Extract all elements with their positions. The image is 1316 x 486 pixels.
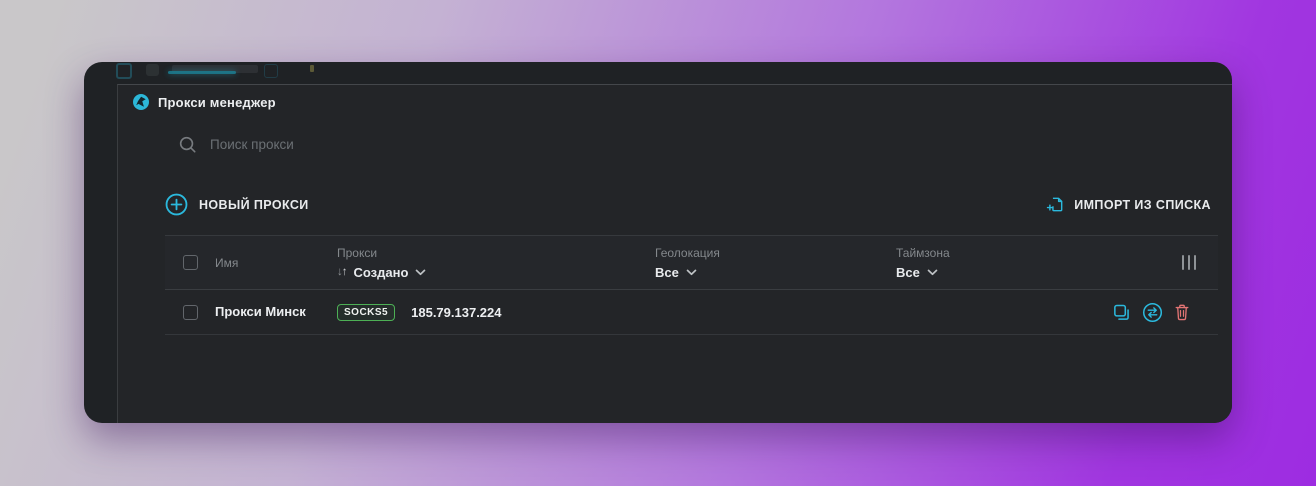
column-header-geolocation: Геолокация	[655, 245, 720, 260]
header-columns-settings-cell	[1182, 255, 1218, 270]
header-timezone-cell: Таймзона Все	[896, 246, 1182, 280]
proxy-table: Имя Прокси ↓↑ Создано Геолокация Все Тай…	[165, 235, 1218, 335]
trash-icon	[1175, 304, 1189, 321]
table-header-row: Имя Прокси ↓↑ Создано Геолокация Все Тай…	[165, 235, 1218, 290]
plus-circle-icon	[165, 193, 188, 216]
row-name-cell: Прокси Минск	[215, 303, 337, 321]
header-proxy-cell: Прокси ↓↑ Создано	[337, 246, 655, 280]
new-proxy-label: НОВЫЙ ПРОКСИ	[199, 197, 309, 212]
app-window: Прокси менеджер НОВЫЙ ПРОКСИ	[84, 62, 1232, 423]
proxy-manager-logo-icon	[133, 94, 149, 110]
chevron-down-icon	[686, 269, 697, 275]
timezone-filter-value: Все	[896, 264, 920, 280]
column-header-name: Имя	[215, 255, 239, 270]
row-checkbox-cell	[165, 304, 215, 320]
column-header-proxy: Прокси	[337, 245, 378, 260]
proxy-name: Прокси Минск	[215, 304, 306, 319]
column-header-timezone: Таймзона	[896, 245, 950, 260]
tab-icon-remnant	[146, 64, 159, 76]
tab-icon-remnant	[264, 64, 278, 78]
browser-tabstrip-cutoff	[84, 62, 1232, 84]
protocol-badge: SOCKS5	[337, 303, 396, 321]
row-proxy-cell: SOCKS5 185.79.137.224	[337, 303, 655, 321]
header-name-cell: Имя	[215, 254, 337, 272]
delete-proxy-button[interactable]	[1174, 303, 1190, 321]
page-title: Прокси менеджер	[158, 94, 276, 110]
proxy-address: 185.79.137.224	[411, 304, 502, 320]
header-geolocation-cell: Геолокация Все	[655, 246, 896, 280]
table-row: Прокси Минск SOCKS5 185.79.137.224	[165, 290, 1218, 335]
select-all-checkbox[interactable]	[183, 255, 198, 270]
panel-header: Прокси менеджер	[133, 94, 276, 110]
search-icon	[179, 136, 196, 153]
search-bar	[178, 135, 640, 154]
import-file-icon	[1047, 197, 1063, 212]
row-checkbox[interactable]	[183, 304, 198, 320]
row-actions	[1112, 302, 1218, 323]
copy-icon	[1114, 304, 1129, 320]
proxy-manager-panel: Прокси менеджер НОВЫЙ ПРОКСИ	[117, 84, 1232, 423]
timezone-filter-dropdown[interactable]: Все	[896, 265, 1182, 280]
import-from-list-button[interactable]: ИМПОРТ ИЗ СПИСКА	[1046, 195, 1211, 214]
check-proxy-button[interactable]	[1142, 302, 1163, 323]
new-proxy-button[interactable]: НОВЫЙ ПРОКСИ	[165, 193, 309, 216]
header-checkbox-cell	[165, 255, 215, 270]
sort-arrows-icon: ↓↑	[337, 266, 347, 278]
chevron-down-icon	[416, 269, 426, 275]
search-input[interactable]	[210, 137, 640, 152]
chevron-down-icon	[927, 269, 938, 275]
geolocation-filter-value: Все	[655, 264, 679, 280]
toolbar: НОВЫЙ ПРОКСИ ИМПОРТ ИЗ СПИСКА	[165, 193, 1211, 216]
columns-settings-icon[interactable]	[1182, 255, 1196, 270]
geolocation-filter-dropdown[interactable]: Все	[655, 265, 896, 280]
active-tab-underline	[168, 71, 236, 74]
swap-arrows-icon	[1142, 302, 1163, 322]
tab-icon-remnant	[310, 65, 314, 72]
sort-by-created-control[interactable]: ↓↑ Создано	[337, 265, 655, 280]
import-from-list-label: ИМПОРТ ИЗ СПИСКА	[1074, 197, 1211, 212]
desktop-background: Прокси менеджер НОВЫЙ ПРОКСИ	[0, 0, 1316, 486]
copy-proxy-button[interactable]	[1112, 303, 1131, 322]
sort-by-created-label: Создано	[353, 264, 409, 280]
tab-icon-remnant	[116, 63, 132, 79]
